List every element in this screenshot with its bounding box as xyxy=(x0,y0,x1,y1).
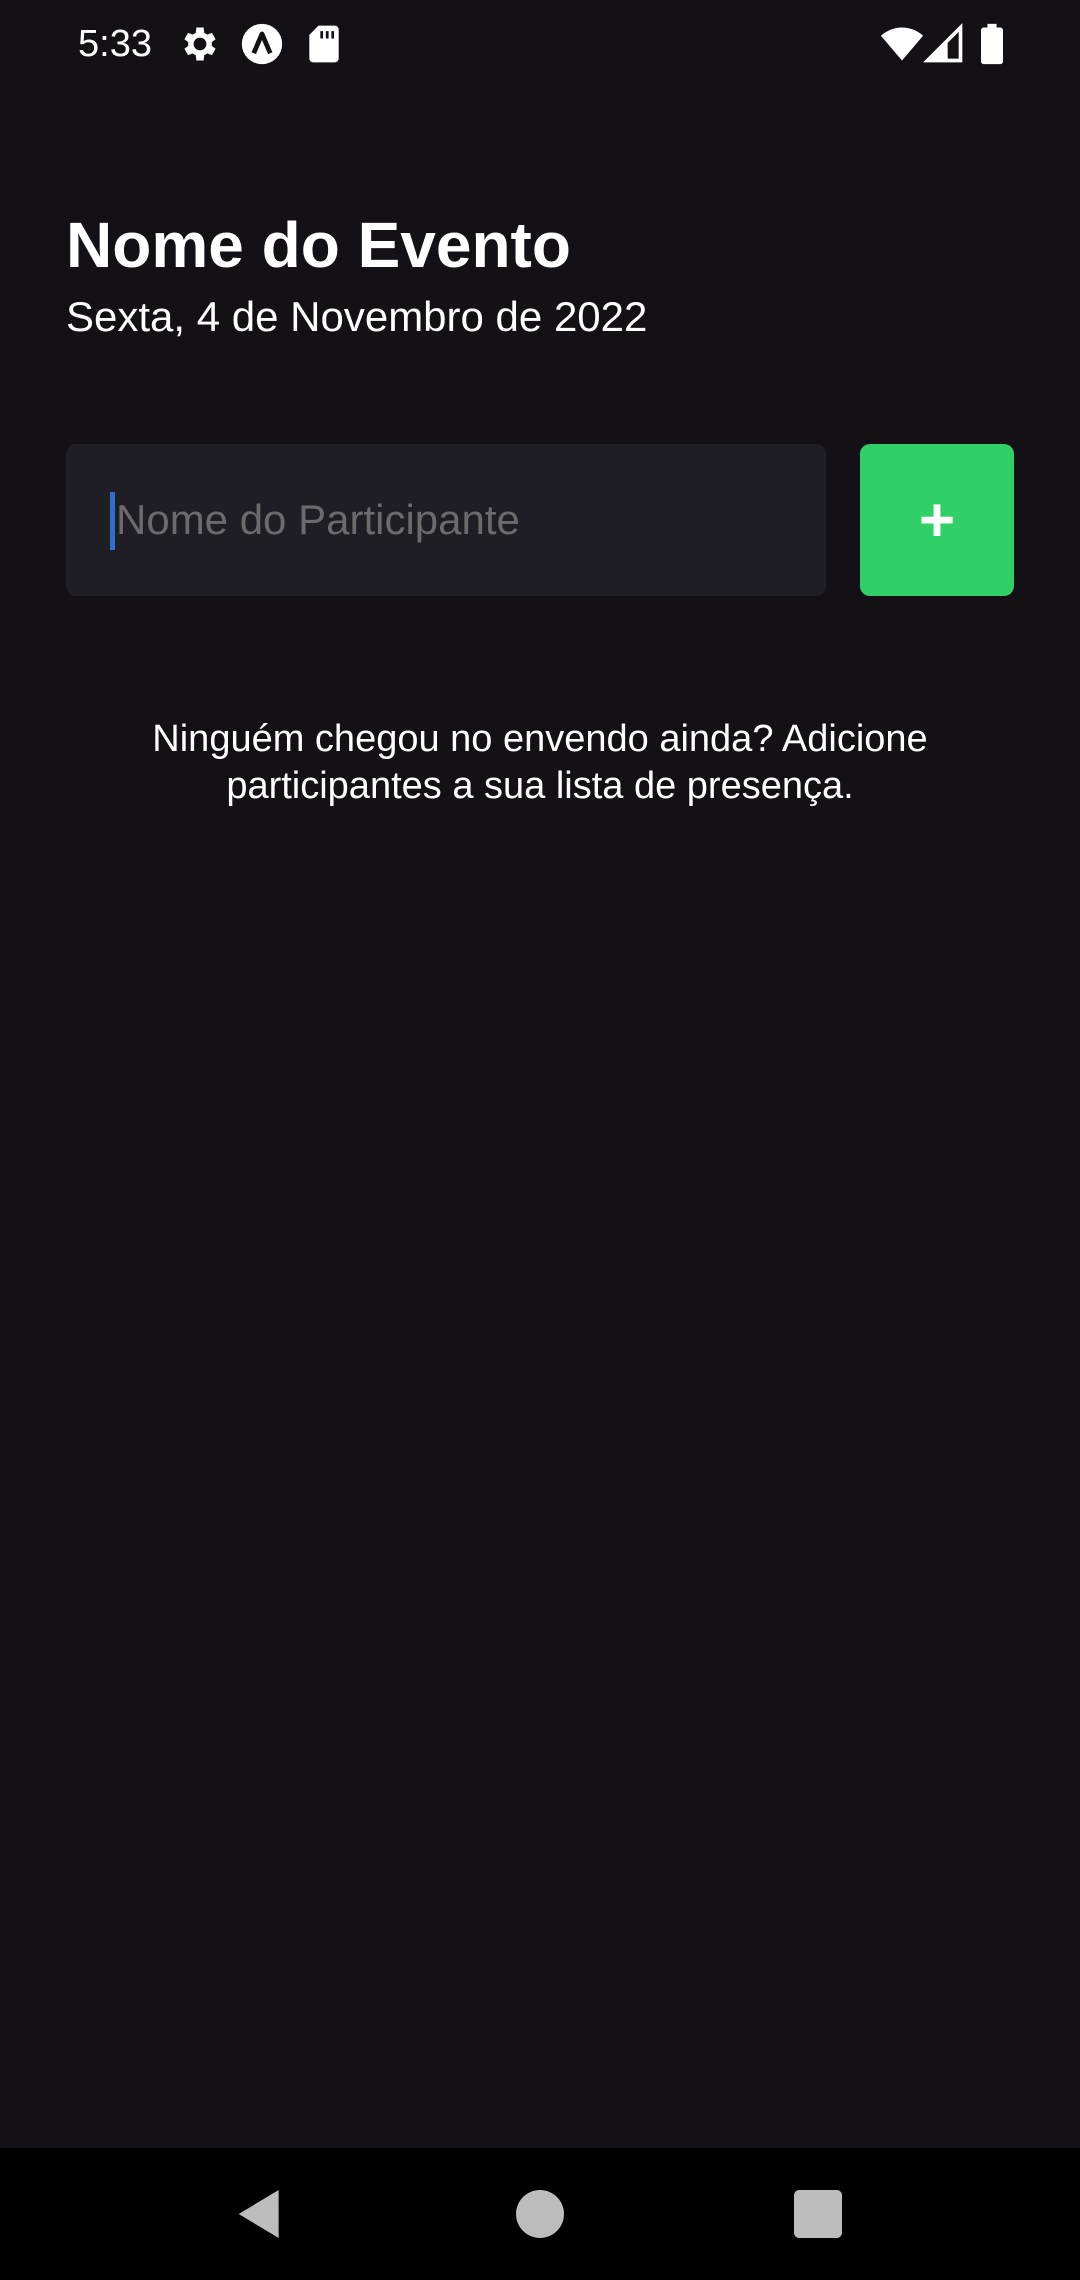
wifi-icon xyxy=(880,22,924,66)
add-participant-button[interactable]: + xyxy=(860,444,1014,596)
event-date: Sexta, 4 de Novembro de 2022 xyxy=(66,293,648,340)
status-bar: 5:33 xyxy=(0,0,1080,90)
settings-gear-icon xyxy=(178,22,222,66)
app-notification-icon xyxy=(240,22,284,66)
recents-icon[interactable] xyxy=(786,2182,850,2246)
home-icon[interactable] xyxy=(508,2182,572,2246)
back-icon[interactable] xyxy=(228,2182,292,2246)
plus-icon: + xyxy=(918,486,956,555)
empty-list-message: Ninguém chegou no envendo ainda? Adicion… xyxy=(152,718,928,807)
system-navigation-bar xyxy=(0,2148,1080,2280)
cell-signal-icon xyxy=(922,22,966,66)
status-time: 5:33 xyxy=(78,23,152,65)
battery-icon xyxy=(970,22,1014,66)
participant-name-input[interactable] xyxy=(110,444,800,596)
event-title: Nome do Evento xyxy=(66,209,571,281)
sd-card-icon xyxy=(302,22,346,66)
participant-input-container[interactable]: Nome do Participante xyxy=(66,444,826,596)
app-screen: 5:33 Nome do Evento Sexta, 4 de Novembro… xyxy=(0,0,1080,2280)
